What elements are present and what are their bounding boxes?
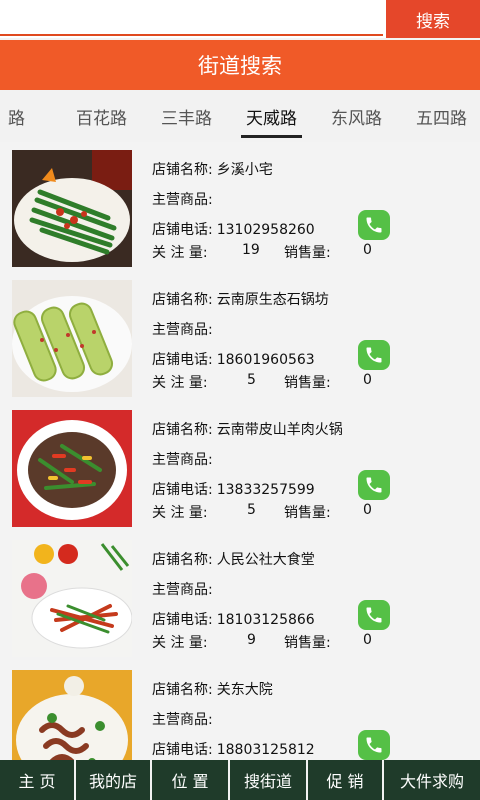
- shop-name-label: 店铺名称:: [152, 682, 213, 698]
- bottom-nav: 主 页 我的店 位 置 搜街道 促 销 大件求购: [0, 760, 480, 800]
- shop-thumbnail: [12, 280, 132, 397]
- tab-road-baihua[interactable]: 百花路: [59, 90, 144, 142]
- shop-phone: 18103125866: [216, 612, 315, 628]
- page-title: 街道搜索: [198, 54, 282, 78]
- phone-icon: [366, 737, 382, 753]
- followers-label: 关 注 量:: [152, 505, 208, 521]
- tab-road-tianwei[interactable]: 天威路: [229, 90, 314, 142]
- call-button[interactable]: [358, 340, 390, 370]
- phone-label: 店铺电话:: [152, 352, 213, 368]
- nav-home[interactable]: 主 页: [0, 760, 74, 800]
- phone-label: 店铺电话:: [152, 612, 213, 628]
- nav-promotions[interactable]: 促 销: [308, 760, 382, 800]
- shop-name: 云南带皮山羊肉火锅: [216, 422, 343, 438]
- main-products-label: 主营商品:: [152, 192, 213, 208]
- shop-thumbnail: [12, 150, 132, 267]
- call-button[interactable]: [358, 730, 390, 760]
- shop-list-item[interactable]: 店铺名称: 关东大院 主营商品: 店铺电话: 18803125812: [0, 665, 480, 760]
- search-bar: 搜索: [0, 0, 480, 38]
- followers-label: 关 注 量:: [152, 375, 208, 391]
- phone-label: 店铺电话:: [152, 222, 213, 238]
- main-products-label: 主营商品:: [152, 712, 213, 728]
- shop-list-item[interactable]: 店铺名称: 云南原生态石锅坊 主营商品: 店铺电话: 18601960563 关 注…: [0, 275, 480, 405]
- shop-name: 云南原生态石锅坊: [216, 292, 329, 308]
- call-button[interactable]: [358, 210, 390, 240]
- shop-phone: 18803125812: [216, 742, 315, 758]
- shop-list-item[interactable]: 店铺名称: 云南带皮山羊肉火锅 主营商品: 店铺电话: 13833257599 关 …: [0, 405, 480, 535]
- tab-road-dongfeng[interactable]: 东风路: [314, 90, 399, 142]
- followers-count: 19: [242, 242, 260, 258]
- main-products-label: 主营商品:: [152, 452, 213, 468]
- tab-road-wusi[interactable]: 五四路: [399, 90, 480, 142]
- nav-my-shop[interactable]: 我的店: [76, 760, 150, 800]
- sales-label: 销售量:: [284, 635, 331, 651]
- main-products-label: 主营商品:: [152, 322, 213, 338]
- sales-count: 0: [363, 372, 372, 388]
- shop-name: 乡溪小宅: [216, 162, 273, 178]
- sales-label: 销售量:: [284, 375, 331, 391]
- call-button[interactable]: [358, 470, 390, 500]
- sales-count: 0: [363, 632, 372, 648]
- sales-count: 0: [363, 502, 372, 518]
- nav-street-search[interactable]: 搜街道: [230, 760, 306, 800]
- shop-thumbnail: [12, 410, 132, 527]
- main-products-label: 主营商品:: [152, 582, 213, 598]
- tab-road-sanfeng[interactable]: 三丰路: [144, 90, 229, 142]
- shop-thumbnail: [12, 540, 132, 657]
- shop-phone: 18601960563: [216, 352, 315, 368]
- shop-name-label: 店铺名称:: [152, 422, 213, 438]
- phone-label: 店铺电话:: [152, 742, 213, 758]
- phone-icon: [366, 477, 382, 493]
- phone-icon: [366, 347, 382, 363]
- followers-label: 关 注 量:: [152, 635, 208, 651]
- followers-count: 5: [247, 372, 256, 388]
- shop-thumbnail: [12, 670, 132, 760]
- shop-name-label: 店铺名称:: [152, 552, 213, 568]
- sales-count: 0: [363, 242, 372, 258]
- phone-icon: [366, 217, 382, 233]
- shop-name: 人民公社大食堂: [216, 552, 315, 568]
- page-title-bar: 街道搜索: [0, 40, 480, 90]
- nav-bulk-purchase[interactable]: 大件求购: [384, 760, 480, 800]
- tab-road-partial-left[interactable]: 路: [0, 90, 59, 142]
- shop-name: 关东大院: [216, 682, 273, 698]
- shop-name-label: 店铺名称:: [152, 162, 213, 178]
- followers-count: 9: [247, 632, 256, 648]
- shop-list: 店铺名称: 乡溪小宅 主营商品: 店铺电话: 13102958260 关 注 量: …: [0, 145, 480, 760]
- call-button[interactable]: [358, 600, 390, 630]
- followers-label: 关 注 量:: [152, 245, 208, 261]
- shop-list-item[interactable]: 店铺名称: 人民公社大食堂 主营商品: 店铺电话: 18103125866 关 注 …: [0, 535, 480, 665]
- search-input[interactable]: [0, 0, 383, 36]
- nav-location[interactable]: 位 置: [152, 760, 228, 800]
- followers-count: 5: [247, 502, 256, 518]
- search-button[interactable]: 搜索: [386, 0, 480, 38]
- shop-phone: 13102958260: [216, 222, 315, 238]
- road-tabs: 路 百花路 三丰路 天威路 东风路 五四路 七: [0, 90, 480, 142]
- sales-label: 销售量:: [284, 245, 331, 261]
- shop-phone: 13833257599: [216, 482, 315, 498]
- phone-icon: [366, 607, 382, 623]
- phone-label: 店铺电话:: [152, 482, 213, 498]
- sales-label: 销售量:: [284, 505, 331, 521]
- shop-name-label: 店铺名称:: [152, 292, 213, 308]
- shop-list-item[interactable]: 店铺名称: 乡溪小宅 主营商品: 店铺电话: 13102958260 关 注 量: …: [0, 145, 480, 275]
